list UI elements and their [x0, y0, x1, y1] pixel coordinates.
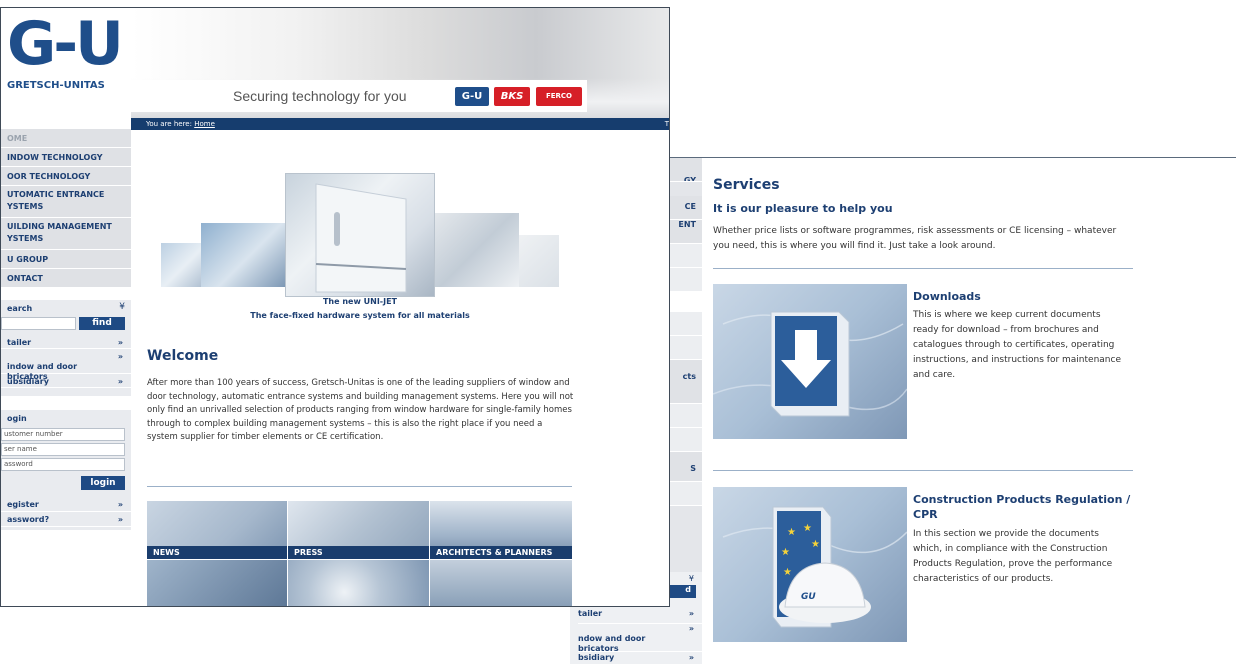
search-title: earch — [7, 304, 33, 313]
teaser-subtitle[interactable]: The face-fixed hardware system for all m… — [155, 311, 565, 320]
service-cpr[interactable]: ★ ★ ★ ★ ★ GU Construction Products Regulati… — [713, 487, 1133, 642]
customer-number-field[interactable]: ustomer number — [1, 428, 125, 441]
cpr-helmet-icon[interactable]: ★ ★ ★ ★ ★ GU — [713, 487, 907, 642]
double-arrow-icon: » — [117, 515, 123, 524]
nav-item-home[interactable]: OME — [1, 129, 131, 148]
double-arrow-icon: » — [688, 609, 694, 618]
breadcrumb-home-link[interactable]: Home — [194, 120, 215, 128]
main-navigation: OME INDOW TECHNOLOGY OOR TECHNOLOGY UTOM… — [1, 129, 131, 288]
front-window: G-U GRETSCH-UNITAS Securing technology f… — [0, 7, 670, 607]
tile-press[interactable]: PRESS — [288, 501, 429, 559]
login-title: ogin — [7, 414, 27, 423]
brand-logo-gu[interactable]: G-U — [455, 87, 489, 106]
link-subsidiary[interactable]: ubsidiary » — [1, 375, 131, 388]
link-retailer[interactable]: tailer » — [1, 336, 131, 349]
tile-label: NEWS — [147, 546, 287, 559]
svg-text:★: ★ — [783, 567, 792, 578]
double-arrow-icon: » — [117, 338, 123, 347]
teaser-image — [435, 213, 519, 287]
link-label: bsidiary — [578, 653, 615, 662]
double-arrow-icon: » — [117, 377, 123, 386]
user-name-field[interactable]: ser name — [1, 443, 125, 456]
brand-logo-ferco[interactable]: FERCO — [536, 87, 582, 106]
page-subtitle: It is our pleasure to help you — [713, 202, 893, 215]
tile-label: ARCHITECTS & PLANNERS — [430, 546, 572, 559]
tile-label: PRESS — [288, 546, 429, 559]
welcome-text: After more than 100 years of success, Gr… — [147, 378, 574, 443]
link-forgot-password[interactable]: assword? » — [1, 513, 131, 527]
brand-logo-bks[interactable]: BKS — [494, 87, 530, 106]
page-title: Services — [713, 177, 780, 193]
collapse-icon[interactable]: ¥ — [689, 574, 694, 583]
nav-item-contact[interactable]: ONTACT — [1, 269, 131, 288]
teaser-image — [519, 235, 559, 287]
site-logo[interactable]: G-U — [7, 9, 124, 79]
link-fabricators[interactable]: indow and door bricators » — [1, 350, 131, 381]
svg-text:★: ★ — [811, 539, 820, 550]
teaser-main-image — [285, 173, 435, 297]
divider — [147, 486, 572, 487]
double-arrow-icon: » — [688, 624, 694, 633]
svg-text:★: ★ — [781, 547, 790, 558]
link-label: tailer — [578, 609, 603, 618]
nav-item-automatic-entrance[interactable]: UTOMATIC ENTRANCE YSTEMS — [1, 186, 131, 218]
service-text: This is where we keep current documents … — [913, 310, 1121, 380]
tile-news[interactable]: NEWS — [147, 501, 287, 559]
double-arrow-icon: » — [117, 500, 123, 509]
back-link-retailer[interactable]: tailer » — [578, 609, 702, 624]
intro-text: Whether price lists or software programm… — [713, 226, 1117, 251]
double-arrow-icon: » — [117, 352, 123, 361]
back-link-fabricators[interactable]: ndow and door bricators » — [578, 624, 702, 653]
collapse-icon[interactable]: ¥ — [119, 302, 125, 312]
tile-architects-planners[interactable]: ARCHITECTS & PLANNERS — [430, 501, 572, 559]
nav-item-door-technology[interactable]: OOR TECHNOLOGY — [1, 167, 131, 186]
download-icon[interactable] — [713, 284, 907, 439]
password-field[interactable]: assword — [1, 458, 125, 471]
nav-item-gu-group[interactable]: U GROUP — [1, 250, 131, 269]
breadcrumb: You are here: Home T — [131, 118, 669, 130]
link-label: egister — [7, 500, 39, 509]
service-downloads[interactable]: Downloads This is where we keep current … — [713, 284, 1133, 439]
helmet-logo: GU — [801, 592, 816, 602]
back-link-subsidiary[interactable]: bsidiary » — [578, 653, 702, 664]
teaser-image — [161, 243, 201, 287]
nav-item-building-management[interactable]: UILDING MANAGEMENT YSTEMS — [1, 218, 131, 250]
find-button[interactable]: find — [79, 317, 125, 330]
slogan-bar: Securing technology for you G-U BKS FERC… — [131, 80, 587, 112]
svg-text:★: ★ — [787, 527, 796, 538]
welcome-heading: Welcome — [147, 348, 219, 364]
tile-image[interactable] — [147, 560, 287, 606]
teaser-image — [201, 223, 285, 287]
tile-image[interactable] — [430, 560, 572, 606]
link-register[interactable]: egister » — [1, 498, 131, 512]
service-heading[interactable]: Construction Products Regulation / CPR — [913, 492, 1133, 522]
tile-image[interactable] — [288, 560, 429, 606]
double-arrow-icon: » — [688, 653, 694, 662]
site-logo-subtitle: GRETSCH-UNITAS — [7, 80, 105, 91]
site-header: G-U GRETSCH-UNITAS Securing technology f… — [1, 8, 669, 120]
link-label: tailer — [7, 338, 32, 347]
login-panel: ogin ustomer number ser name assword log… — [1, 410, 131, 530]
link-label: assword? — [7, 515, 50, 524]
link-label: ndow and door bricators — [578, 634, 646, 653]
service-heading[interactable]: Downloads — [913, 289, 1133, 304]
nav-item-window-technology[interactable]: INDOW TECHNOLOGY — [1, 148, 131, 167]
breadcrumb-prefix: You are here: — [146, 120, 192, 128]
uni-jet-teaser[interactable]: The new UNI-JET — [161, 173, 559, 306]
service-text: In this section we provide the documents… — [913, 529, 1113, 584]
login-button[interactable]: login — [81, 476, 125, 490]
divider — [713, 470, 1133, 471]
search-input[interactable] — [1, 317, 76, 330]
svg-text:★: ★ — [803, 523, 812, 534]
teaser-title[interactable]: The new UNI-JET — [155, 297, 565, 306]
slogan: Securing technology for you — [233, 88, 407, 104]
search-panel: earch ¥ find tailer » indow and door bri… — [1, 300, 131, 396]
breadcrumb-right: T — [664, 120, 669, 128]
link-label: ubsidiary — [7, 377, 49, 386]
divider — [713, 268, 1133, 269]
